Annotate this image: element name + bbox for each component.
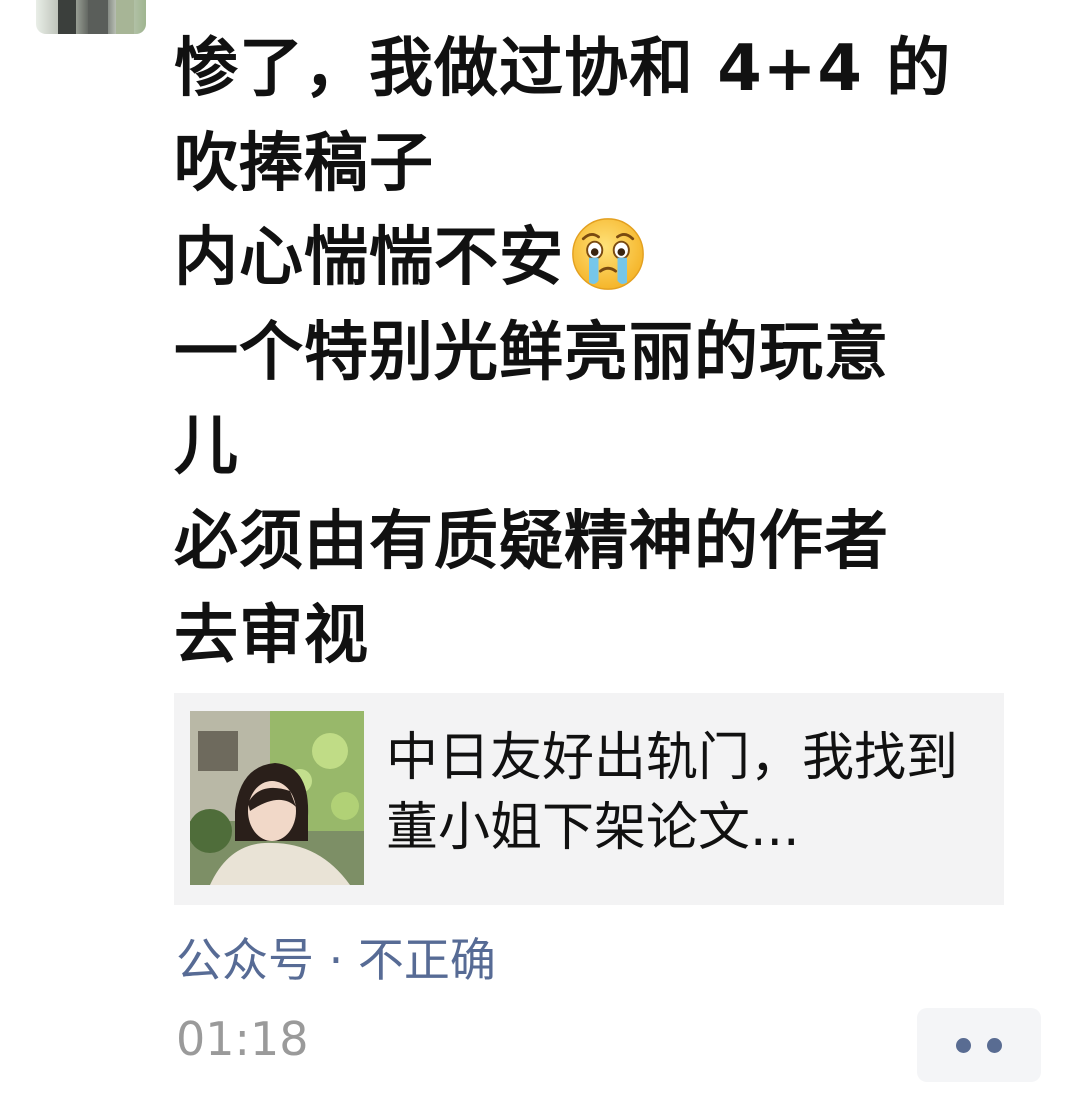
avatar[interactable] [36, 0, 146, 34]
article-thumbnail [190, 711, 364, 885]
post-line: 惨了，我做过协和 4+4 的 [174, 32, 952, 106]
post-line: 儿 [174, 410, 239, 484]
dot-icon [987, 1037, 1002, 1053]
post-line: 必须由有质疑精神的作者 [174, 504, 889, 579]
crying-face-icon [572, 218, 644, 291]
shared-article-card[interactable]: 中日友好出轨门，我找到董小姐下架论文... [174, 693, 1004, 905]
post-line: 内心惴惴不安 [174, 211, 1034, 306]
post-line: 一个特别光鲜亮丽的玩意 [174, 315, 889, 390]
more-options-button[interactable] [917, 1008, 1041, 1082]
post-line: 去审视 [174, 599, 369, 673]
timestamp: 01:18 [176, 1012, 309, 1066]
post-line: 吹捧稿子 [174, 126, 434, 201]
article-title: 中日友好出轨门，我找到董小姐下架论文... [386, 728, 959, 858]
source-link[interactable]: 公众号 · 不正确 [176, 924, 496, 990]
post-text: 惨了，我做过协和 4+4 的 吹捧稿子 内心惴惴不安 一个特别光鲜亮丽的玩意 儿… [174, 22, 1034, 684]
post-line-text: 内心惴惴不安 [174, 221, 564, 295]
dot-icon [956, 1037, 971, 1053]
